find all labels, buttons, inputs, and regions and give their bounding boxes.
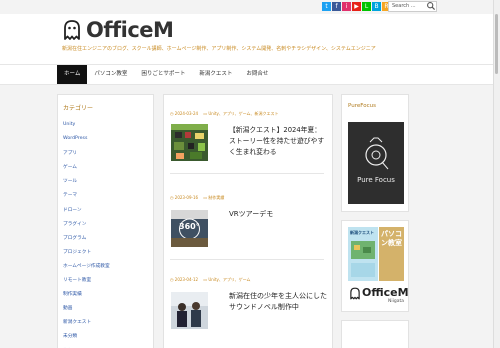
post-categories[interactable]: Unity、アプリ、ゲーム — [208, 277, 250, 282]
category-link-game[interactable]: ゲーム — [63, 164, 110, 178]
ad-widget: 新潟クエスト パソコン教室 OfficeM Niigata — [341, 220, 409, 312]
post-categories[interactable]: Unity、アプリ、ゲーム、新潟クエスト — [208, 111, 278, 116]
post-date: 2024-03-24 — [174, 111, 199, 116]
youtube-icon[interactable]: ▶ — [352, 2, 361, 11]
niigata-quest-ad-text: 新潟クエスト — [350, 230, 374, 235]
category-link-remote-class[interactable]: リモート教室 — [63, 277, 110, 291]
post-date: 2023-04-12 — [174, 277, 199, 282]
category-link-homepage-class[interactable]: ホームページ作成教室 — [63, 263, 110, 277]
category-link-project[interactable]: プロジェクト — [63, 249, 110, 263]
post-card: ◷ 2023-09-16 ▭ 制作実績 360° VRツアーデモ — [170, 195, 322, 255]
category-list: Unity WordPress アプリ ゲーム ツール テーマ ドローン プラグ… — [63, 122, 110, 348]
scrollbar-thumb[interactable] — [495, 14, 498, 74]
category-link-theme[interactable]: テーマ — [63, 192, 110, 206]
pc-class-ad[interactable]: パソコン教室 — [379, 227, 404, 281]
ghost-logo-icon — [350, 287, 360, 300]
nav-pc-class[interactable]: パソコン教室 — [87, 65, 134, 84]
category-sidebar: カテゴリー Unity WordPress アプリ ゲーム ツール テーマ ドロ… — [57, 94, 154, 348]
folder-icon: ▭ — [203, 277, 208, 282]
instagram-icon[interactable]: i — [342, 2, 351, 11]
post-thumbnail[interactable] — [171, 292, 208, 329]
nav-support[interactable]: 困りごとサポート — [134, 65, 192, 84]
category-link-uncategorized[interactable]: 未分類 — [63, 333, 110, 347]
social-links: t f i ▶ L B R — [322, 2, 391, 11]
post-title[interactable]: 新潟在住の少年を主人公にしたサウンドノベル制作中 — [229, 291, 329, 313]
nav-home[interactable]: ホーム — [57, 65, 88, 84]
niigata-quest-ad[interactable]: 新潟クエスト — [348, 227, 378, 281]
ghost-logo-icon — [64, 20, 80, 40]
officem-ad-logo: OfficeM — [362, 286, 409, 299]
purefocus-title: PureFocus — [348, 103, 376, 109]
post-card: ◷ 2023-04-12 ▭ Unity、アプリ、ゲーム 新潟在住の少年を主人公… — [170, 277, 327, 337]
category-link-wordpress[interactable]: WordPress — [63, 136, 110, 150]
category-link-niigata-quest[interactable]: 新潟クエスト — [63, 319, 110, 333]
post-meta: ◷ 2024-03-24 ▭ Unity、アプリ、ゲーム、新潟クエスト — [170, 111, 322, 117]
post-card: ◷ 2024-03-24 ▭ Unity、アプリ、ゲーム、新潟クエスト 【新潟ク… — [170, 111, 325, 171]
clock-icon: ◷ — [170, 111, 174, 116]
top-bar: t f i ▶ L B R Search ... — [0, 0, 500, 14]
category-link-works[interactable]: 制作実績 — [63, 291, 110, 305]
officem-ad-sub: Niigata — [388, 299, 405, 304]
site-header: OfficeM 新潟在住エンジニアのブログ、スクール講師、ホームページ制作、アプ… — [0, 14, 500, 64]
search-icon[interactable] — [426, 1, 436, 11]
vr-360-label: 360° — [179, 222, 200, 231]
logo-text: OfficeM — [86, 18, 174, 42]
category-link-app[interactable]: アプリ — [63, 150, 110, 164]
niigata-map-art — [351, 241, 375, 277]
line-icon[interactable]: L — [362, 2, 371, 11]
category-link-video[interactable]: 動画 — [63, 305, 110, 319]
officem-niigata-ad[interactable]: OfficeM Niigata — [348, 283, 409, 307]
nav-contact[interactable]: お問合せ — [239, 65, 275, 84]
category-link-unity[interactable]: Unity — [63, 122, 110, 136]
post-meta: ◷ 2023-09-16 ▭ 制作実績 — [170, 195, 322, 201]
purefocus-text: Pure Focus — [357, 176, 395, 184]
clock-icon: ◷ — [170, 277, 174, 282]
site-tagline: 新潟在住エンジニアのブログ、スクール講師、ホームページ制作、アプリ制作、システム… — [62, 46, 376, 52]
main-nav: ホーム パソコン教室 困りごとサポート 新潟クエスト お問合せ — [0, 64, 500, 85]
category-link-tool[interactable]: ツール — [63, 178, 110, 192]
category-title: カテゴリー — [63, 105, 94, 112]
sidebar-widget — [341, 320, 409, 348]
purefocus-banner[interactable]: Pure Focus — [348, 122, 404, 204]
facebook-icon[interactable]: f — [332, 2, 341, 11]
folder-icon: ▭ — [203, 195, 208, 200]
category-link-program[interactable]: プログラム — [63, 235, 110, 249]
post-meta: ◷ 2023-04-12 ▭ Unity、アプリ、ゲーム — [170, 277, 322, 283]
post-thumbnail[interactable]: 360° — [171, 210, 208, 247]
purefocus-logo-icon — [365, 137, 389, 170]
post-thumbnail[interactable] — [171, 124, 208, 161]
category-link-plugin[interactable]: プラグイン — [63, 221, 110, 235]
clock-icon: ◷ — [170, 195, 174, 200]
site-logo[interactable]: OfficeM — [62, 18, 174, 42]
post-title[interactable]: VRツアーデモ — [229, 209, 329, 220]
post-divider — [170, 259, 324, 260]
category-link-drone[interactable]: ドローン — [63, 207, 110, 221]
hatena-icon[interactable]: B — [372, 2, 381, 11]
folder-icon: ▭ — [203, 111, 208, 116]
purefocus-widget: PureFocus Pure Focus — [341, 94, 409, 212]
post-categories[interactable]: 制作実績 — [208, 195, 224, 200]
post-divider — [170, 173, 324, 174]
post-date: 2023-09-16 — [174, 195, 199, 200]
pc-class-ad-text: パソコン教室 — [381, 230, 402, 247]
post-title[interactable]: 【新潟クエスト】2024年夏：ストーリー性を持たせ遊びやすく生まれ変わる — [229, 125, 325, 158]
nav-niigata-quest[interactable]: 新潟クエスト — [192, 65, 239, 84]
twitter-icon[interactable]: t — [322, 2, 331, 11]
